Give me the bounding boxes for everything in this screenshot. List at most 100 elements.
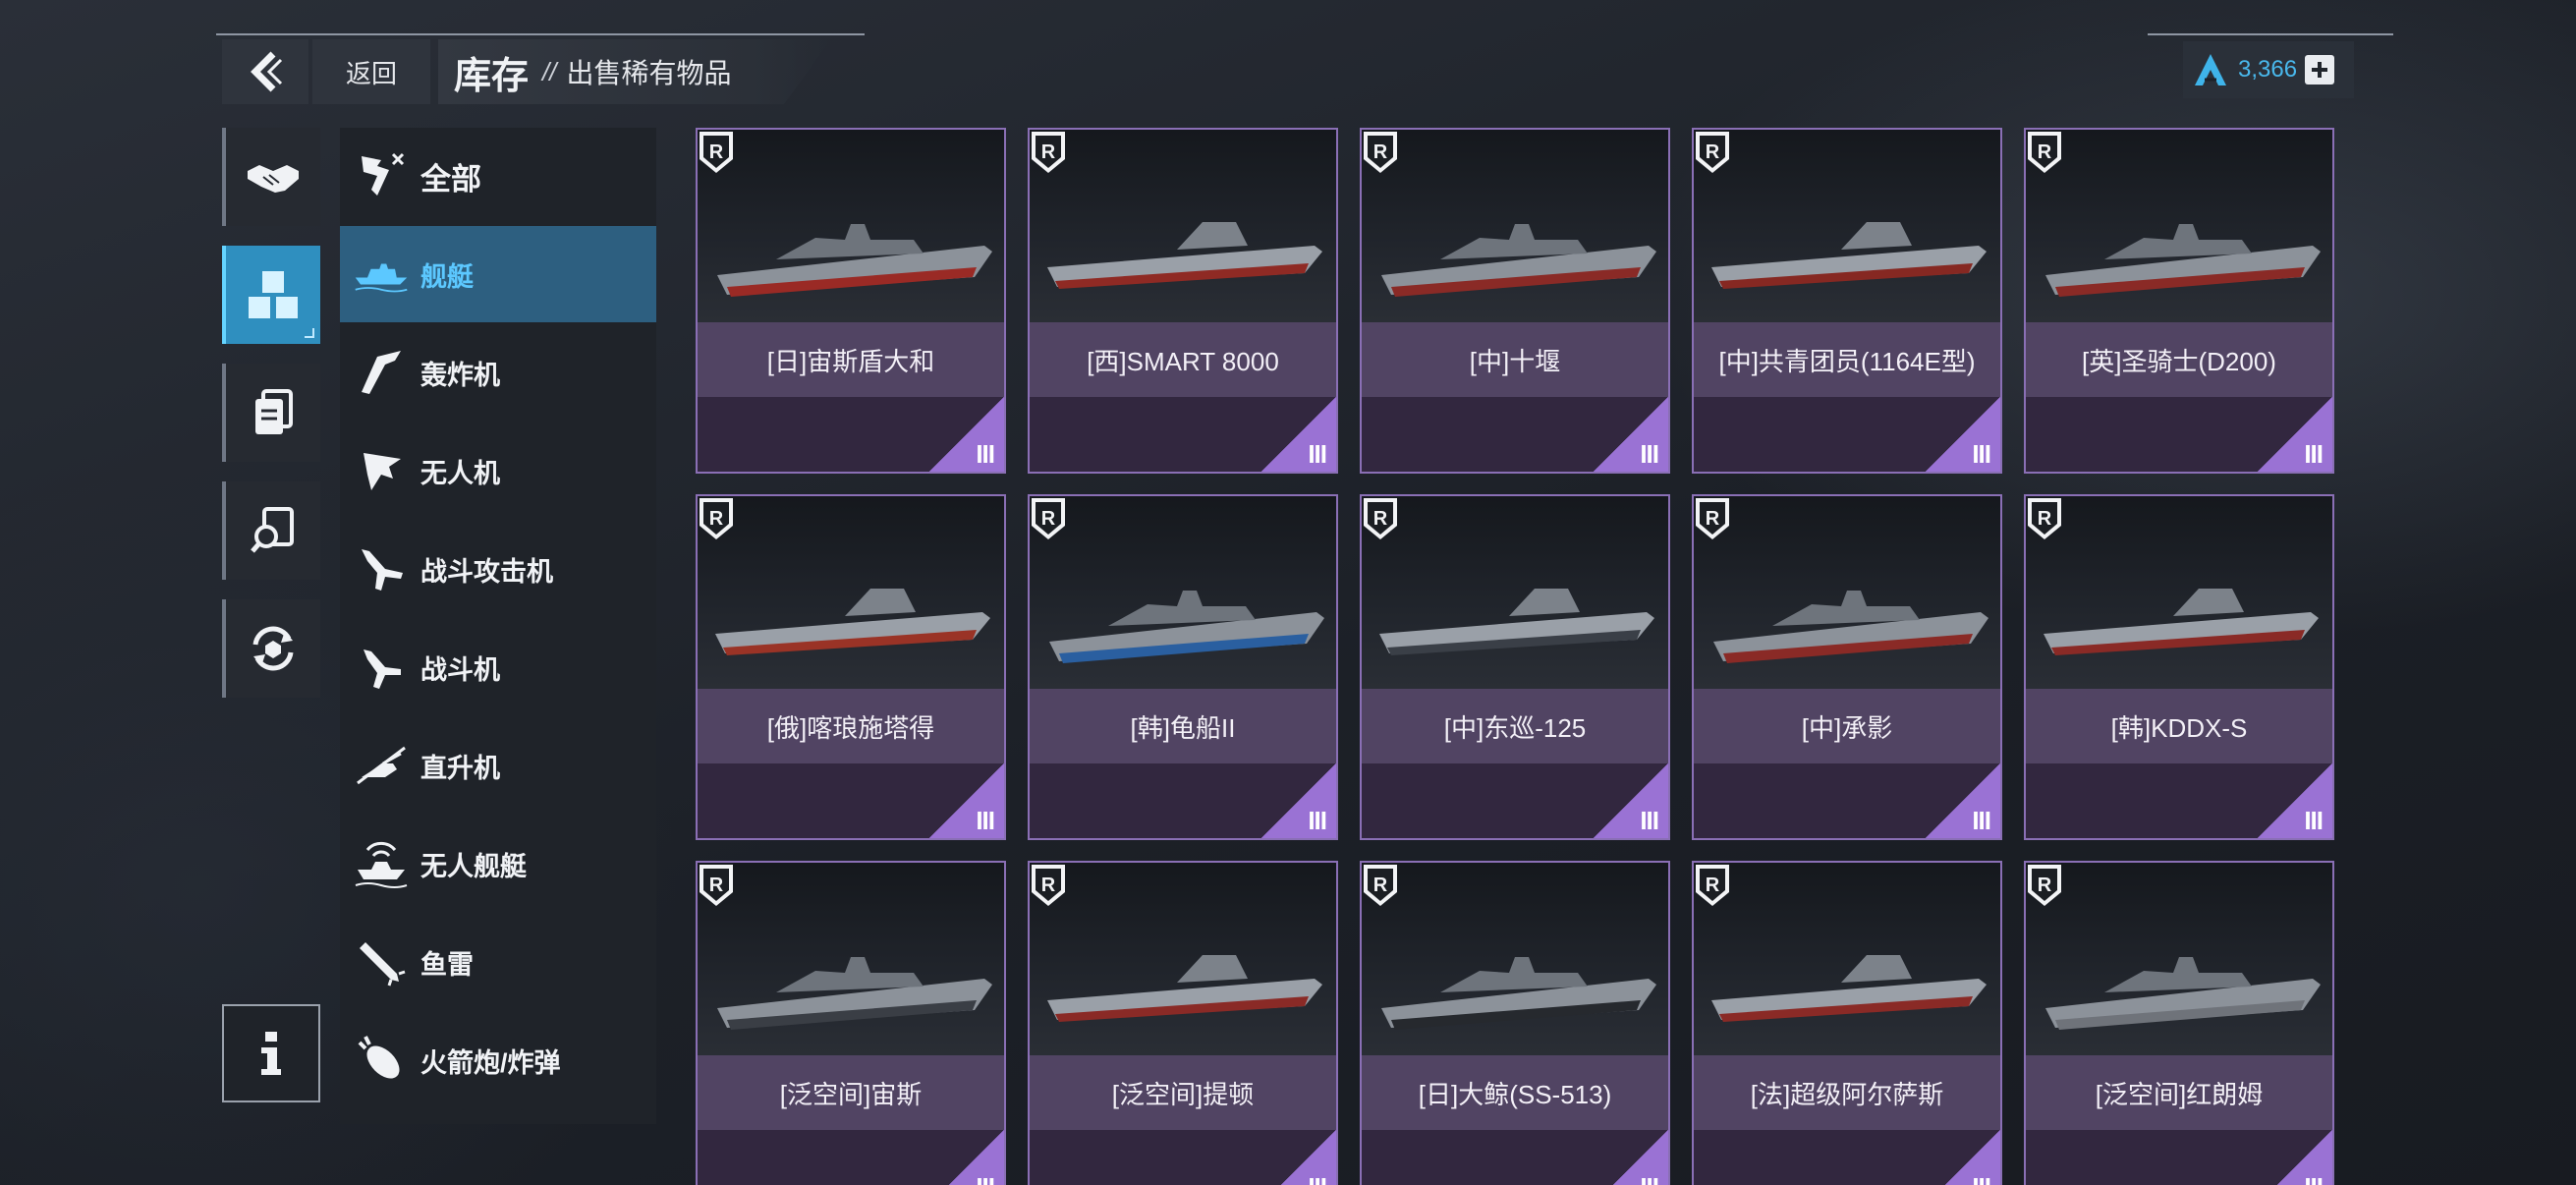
tier-label: III bbox=[976, 806, 995, 835]
item-name: [泛空间]红朗姆 bbox=[2026, 1055, 2332, 1130]
category-label: 舰艇 bbox=[420, 261, 474, 292]
item-footer: III bbox=[698, 763, 1004, 838]
rail-inspect[interactable] bbox=[222, 481, 320, 580]
rank-label: R bbox=[709, 875, 724, 896]
category-strike-fighter[interactable]: 战斗攻击机 bbox=[340, 521, 656, 617]
rank-badge-icon: R bbox=[1696, 865, 1729, 906]
rank-badge-icon: R bbox=[2028, 132, 2061, 173]
rank-label: R bbox=[1041, 875, 1056, 896]
warship-icon bbox=[354, 247, 409, 302]
category-list: 全部 舰艇 轰炸机 无人机 战斗攻击机 战斗机 直升机 无人舰艇 鱼雷 火箭炮/… bbox=[340, 128, 656, 1124]
item-card[interactable]: R [俄]喀琅施塔得 III bbox=[696, 494, 1006, 840]
item-footer: III bbox=[698, 1130, 1004, 1185]
item-footer: III bbox=[1030, 763, 1336, 838]
category-helicopter[interactable]: 直升机 bbox=[340, 717, 656, 814]
page-title-bar: 库存 // 出售稀有物品 bbox=[438, 39, 831, 104]
item-name: [中]共青团员(1164E型) bbox=[1694, 322, 2000, 397]
cubes-icon bbox=[249, 271, 298, 318]
category-label: 轰炸机 bbox=[420, 360, 500, 390]
category-label: 全部 bbox=[420, 161, 481, 197]
item-footer: III bbox=[1694, 397, 2000, 472]
title-separator: // bbox=[542, 56, 557, 86]
rail-trade[interactable] bbox=[222, 128, 320, 226]
category-torpedo[interactable]: 鱼雷 bbox=[340, 914, 656, 1010]
category-all[interactable]: 全部 bbox=[340, 128, 656, 224]
back-arrow-button[interactable] bbox=[222, 39, 308, 104]
rank-label: R bbox=[709, 141, 724, 163]
item-footer: III bbox=[2026, 397, 2332, 472]
item-card[interactable]: R [日]宙斯盾大和 III bbox=[696, 128, 1006, 474]
rank-label: R bbox=[1373, 141, 1388, 163]
back-button[interactable]: 返回 bbox=[312, 39, 430, 104]
rank-badge-icon: R bbox=[1032, 865, 1065, 906]
ship-image: R bbox=[1694, 130, 2000, 322]
rank-label: R bbox=[1706, 508, 1720, 530]
category-drone[interactable]: 无人机 bbox=[340, 423, 656, 519]
rail-inventory[interactable] bbox=[222, 246, 320, 344]
rank-label: R bbox=[1041, 508, 1056, 530]
info-button[interactable] bbox=[222, 1004, 320, 1102]
ship-image: R bbox=[1362, 496, 1668, 689]
add-currency-button[interactable] bbox=[2305, 55, 2335, 85]
item-footer: III bbox=[1362, 1130, 1668, 1185]
item-card[interactable]: R [中]承影 III bbox=[1692, 494, 2002, 840]
category-label: 战斗机 bbox=[420, 654, 500, 685]
rail-cards[interactable] bbox=[222, 364, 320, 462]
tier-label: III bbox=[2304, 806, 2324, 835]
item-card[interactable]: R [泛空间]提顿 III bbox=[1028, 861, 1338, 1185]
rank-badge-icon: R bbox=[2028, 498, 2061, 539]
page-title: 库存 bbox=[454, 55, 530, 97]
item-card[interactable]: R [韩]龟船II III bbox=[1028, 494, 1338, 840]
category-fighter[interactable]: 战斗机 bbox=[340, 619, 656, 715]
item-card[interactable]: R [泛空间]宙斯 III bbox=[696, 861, 1006, 1185]
item-footer: III bbox=[1030, 1130, 1336, 1185]
top-decor-line-right bbox=[2148, 33, 2393, 35]
category-unmanned-ship[interactable]: 无人舰艇 bbox=[340, 816, 656, 912]
tier-label: III bbox=[1972, 806, 1991, 835]
rank-label: R bbox=[1041, 141, 1056, 163]
item-footer: III bbox=[2026, 1130, 2332, 1185]
item-card[interactable]: R [日]大鲸(SS-513) III bbox=[1360, 861, 1670, 1185]
item-name: [日]宙斯盾大和 bbox=[698, 322, 1004, 397]
item-card[interactable]: R [法]超级阿尔萨斯 III bbox=[1692, 861, 2002, 1185]
category-rocket-bomb[interactable]: 火箭炮/炸弹 bbox=[340, 1012, 656, 1108]
inventory-screen: 返回 库存 // 出售稀有物品 3,366 全部 舰艇 轰炸机 无人机 战斗攻击… bbox=[0, 0, 2576, 1185]
category-label: 鱼雷 bbox=[420, 949, 474, 980]
tier-label: III bbox=[1640, 439, 1659, 469]
rail-recycle[interactable] bbox=[222, 599, 320, 698]
item-footer: III bbox=[1362, 763, 1668, 838]
category-label: 无人机 bbox=[420, 458, 500, 488]
tier-label: III bbox=[2304, 1172, 2324, 1185]
category-warship[interactable]: 舰艇 bbox=[340, 226, 656, 322]
tier-label: III bbox=[2304, 439, 2324, 469]
rank-badge-icon: R bbox=[1696, 132, 1729, 173]
item-card[interactable]: R [韩]KDDX-S III bbox=[2024, 494, 2334, 840]
category-bomber[interactable]: 轰炸机 bbox=[340, 324, 656, 421]
ship-image: R bbox=[1030, 130, 1336, 322]
item-card[interactable]: R [中]东巡-125 III bbox=[1360, 494, 1670, 840]
item-name: [英]圣骑士(D200) bbox=[2026, 322, 2332, 397]
rank-badge-icon: R bbox=[700, 498, 733, 539]
rank-label: R bbox=[1373, 875, 1388, 896]
rank-badge-icon: R bbox=[1364, 865, 1397, 906]
rank-label: R bbox=[1706, 875, 1720, 896]
item-card[interactable]: R [中]十堰 III bbox=[1360, 128, 1670, 474]
ship-image: R bbox=[2026, 130, 2332, 322]
rank-badge-icon: R bbox=[1364, 498, 1397, 539]
category-label: 战斗攻击机 bbox=[420, 556, 553, 587]
ship-image: R bbox=[1030, 863, 1336, 1055]
cards-icon bbox=[255, 389, 293, 434]
rank-label: R bbox=[2038, 508, 2052, 530]
tier-label: III bbox=[1308, 439, 1327, 469]
ship-image: R bbox=[2026, 863, 2332, 1055]
item-footer: III bbox=[1694, 1130, 2000, 1185]
item-card[interactable]: R [泛空间]红朗姆 III bbox=[2024, 861, 2334, 1185]
item-card[interactable]: R [中]共青团员(1164E型) III bbox=[1692, 128, 2002, 474]
ship-image: R bbox=[1030, 496, 1336, 689]
item-card[interactable]: R [西]SMART 8000 III bbox=[1028, 128, 1338, 474]
tier-label: III bbox=[1640, 806, 1659, 835]
item-card[interactable]: R [英]圣骑士(D200) III bbox=[2024, 128, 2334, 474]
info-icon bbox=[261, 1032, 281, 1075]
tier-label: III bbox=[1308, 1172, 1327, 1185]
tier-label: III bbox=[1640, 1172, 1659, 1185]
